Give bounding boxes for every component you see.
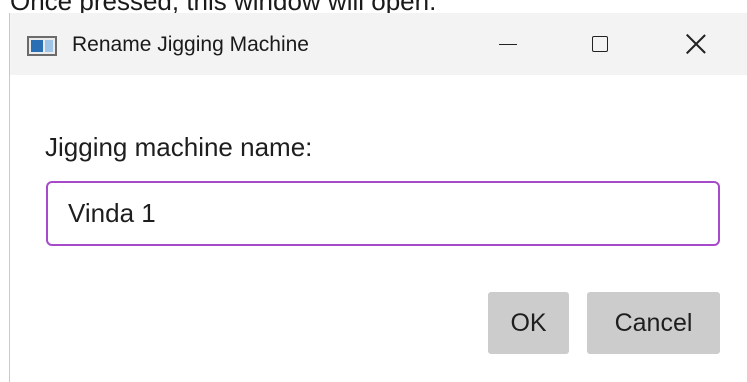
close-icon [685,33,707,55]
close-button[interactable] [646,13,746,75]
minimize-icon [499,43,517,45]
window-app-icon [27,36,57,56]
maximize-button[interactable] [550,13,650,75]
machine-name-input[interactable] [46,181,720,246]
cancel-button[interactable]: Cancel [587,292,720,354]
window-title: Rename Jigging Machine [72,33,309,56]
maximize-icon [592,36,608,52]
ok-button[interactable]: OK [488,292,569,354]
title-bar[interactable]: Rename Jigging Machine [10,13,747,75]
screenshot: Once pressed, this window will open. Ren… [0,0,747,382]
rename-dialog: Rename Jigging Machine Jigging machine n… [9,13,747,382]
minimize-button[interactable] [458,13,558,75]
machine-name-label: Jigging machine name: [45,132,313,162]
